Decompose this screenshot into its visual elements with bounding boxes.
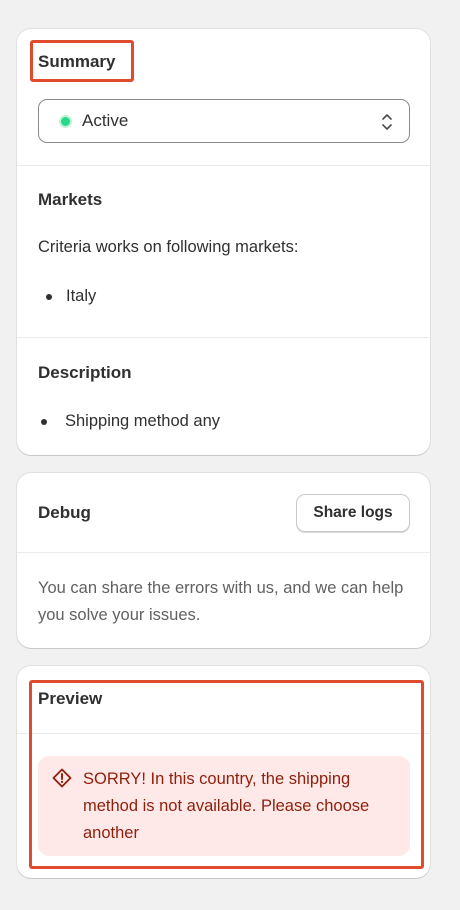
debug-body: You can share the errors with us, and we… xyxy=(17,553,430,648)
description-list: Shipping method any xyxy=(38,412,220,431)
error-banner: SORRY! In this country, the shipping met… xyxy=(38,756,410,856)
summary-title: Summary xyxy=(38,52,116,71)
preview-title: Preview xyxy=(38,689,103,708)
preview-body: SORRY! In this country, the shipping met… xyxy=(17,734,430,878)
description-title: Description xyxy=(38,363,132,382)
markets-title: Markets xyxy=(38,190,103,209)
markets-description: Criteria works on following markets: xyxy=(38,238,299,256)
summary-section: Summary Active xyxy=(17,29,430,166)
status-dot-icon xyxy=(61,116,70,126)
debug-header: Debug Share logs xyxy=(17,473,430,553)
markets-list: Italy xyxy=(38,287,96,306)
preview-card: Preview SORRY! In this country, the ship… xyxy=(17,666,430,878)
debug-title: Debug xyxy=(38,503,91,522)
description-item-text: Shipping method any xyxy=(65,412,221,430)
list-item: Italy xyxy=(38,287,96,306)
alert-diamond-icon xyxy=(52,768,72,788)
error-message: SORRY! In this country, the shipping met… xyxy=(83,770,370,842)
debug-description: You can share the errors with us, and we… xyxy=(38,579,404,624)
description-section: Description Shipping method any xyxy=(17,338,430,455)
market-name: Italy xyxy=(66,287,97,305)
markets-section: Markets Criteria works on following mark… xyxy=(17,166,430,338)
status-select-value: Active xyxy=(82,111,129,130)
summary-card: Summary Active Markets Criteria works on… xyxy=(17,29,430,455)
select-chevron-icon xyxy=(382,114,392,130)
bullet-icon xyxy=(46,293,52,300)
list-item: Shipping method any xyxy=(38,412,220,431)
share-logs-button[interactable]: Share logs xyxy=(296,494,410,532)
bullet-icon xyxy=(41,418,47,425)
debug-card: Debug Share logs You can share the error… xyxy=(17,473,430,648)
preview-header: Preview xyxy=(17,666,430,734)
status-select[interactable]: Active xyxy=(38,99,410,143)
